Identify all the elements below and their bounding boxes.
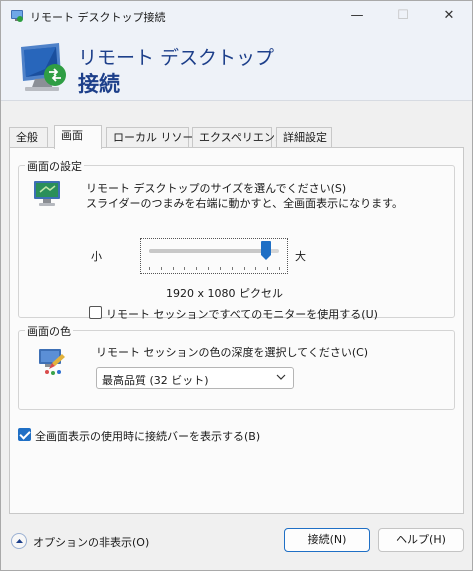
display-tab-panel: 画面の設定 リモート デスクトップのサイズを選んでください(S) スライダーのつ…	[9, 147, 464, 514]
slider-tick	[279, 267, 280, 270]
remote-desktop-app-icon	[11, 10, 23, 22]
slider-max-label: 大	[295, 250, 306, 263]
slider-tick	[219, 267, 221, 270]
help-button[interactable]: ヘルプ(H)	[378, 528, 464, 552]
color-depth-description: リモート セッションの色の深度を選択してください(C)	[96, 346, 369, 359]
minimize-button[interactable]: —	[334, 1, 380, 31]
remote-desktop-banner-icon	[21, 43, 66, 91]
color-depth-selected-value: 最高品質 (32 ビット)	[102, 374, 209, 387]
colors-group-title: 画面の色	[25, 323, 73, 339]
slider-tick	[149, 267, 150, 270]
slider-tick	[208, 267, 210, 270]
display-settings-group: 画面の設定 リモート デスクトップのサイズを選んでください(S) スライダーのつ…	[18, 158, 455, 321]
hide-options-label[interactable]: オプションの非表示(O)	[33, 534, 149, 550]
close-button[interactable]: ✕	[426, 1, 472, 31]
tab-advanced[interactable]: 詳細設定	[276, 127, 332, 148]
slider-tick	[196, 267, 198, 270]
banner-title-line2: 接続	[78, 72, 120, 96]
slider-thumb[interactable]	[261, 241, 271, 261]
chevron-down-icon	[276, 374, 286, 380]
slider-tick	[231, 267, 233, 270]
slider-tick	[267, 267, 269, 270]
color-depth-dropdown[interactable]: 最高品質 (32 ビット)	[96, 367, 294, 389]
slider-fill	[149, 249, 266, 253]
slider-tick	[255, 267, 257, 270]
all-monitors-checkbox[interactable]	[89, 306, 102, 319]
rdp-window: リモート デスクトップ接続 — ☐ ✕ リモート デスクトップ 接続 全般 画面…	[0, 0, 473, 571]
collapse-options-button[interactable]	[11, 533, 27, 549]
colors-group: 画面の色 リモート セッションの色の深度を選択してください(C) 最高品質 (3…	[18, 323, 455, 410]
display-size-slider[interactable]	[140, 238, 288, 274]
slider-min-label: 小	[91, 250, 102, 263]
tab-general[interactable]: 全般	[9, 127, 48, 148]
tab-local-resources[interactable]: ローカル リソース	[106, 127, 204, 148]
chevron-up-icon	[16, 539, 23, 543]
connection-bar-checkbox[interactable]	[18, 428, 31, 441]
resolution-readout: 1920 x 1080 ピクセル	[166, 287, 283, 300]
display-settings-title: 画面の設定	[25, 158, 84, 174]
slider-track[interactable]	[149, 249, 279, 253]
display-size-description-line2: スライダーのつまみを右端に動かすと、全画面表示になります。	[86, 197, 404, 210]
maximize-button[interactable]: ☐	[380, 1, 426, 31]
slider-tick	[184, 267, 186, 270]
connection-bar-label[interactable]: 全画面表示の使用時に接続バーを表示する(B)	[35, 428, 260, 444]
slider-tick	[172, 267, 174, 270]
banner-title-line1: リモート デスクトップ	[78, 47, 275, 69]
slider-ticks	[149, 267, 280, 271]
window-title: リモート デスクトップ接続	[30, 11, 166, 24]
display-size-description-line1: リモート デスクトップのサイズを選んでください(S)	[86, 182, 347, 195]
slider-tick	[243, 267, 245, 270]
slider-tick	[160, 267, 162, 270]
title-bar[interactable]: リモート デスクトップ接続 — ☐ ✕	[1, 1, 472, 31]
tab-display[interactable]: 画面	[54, 125, 102, 149]
all-monitors-label[interactable]: リモート セッションですべてのモニターを使用する(U)	[106, 306, 378, 322]
monitor-icon	[34, 181, 60, 206]
tab-experience[interactable]: エクスペリエンス	[192, 127, 286, 148]
color-palette-icon	[39, 349, 65, 375]
connect-button[interactable]: 接続(N)	[284, 528, 370, 552]
header-banner: リモート デスクトップ 接続	[1, 31, 472, 101]
